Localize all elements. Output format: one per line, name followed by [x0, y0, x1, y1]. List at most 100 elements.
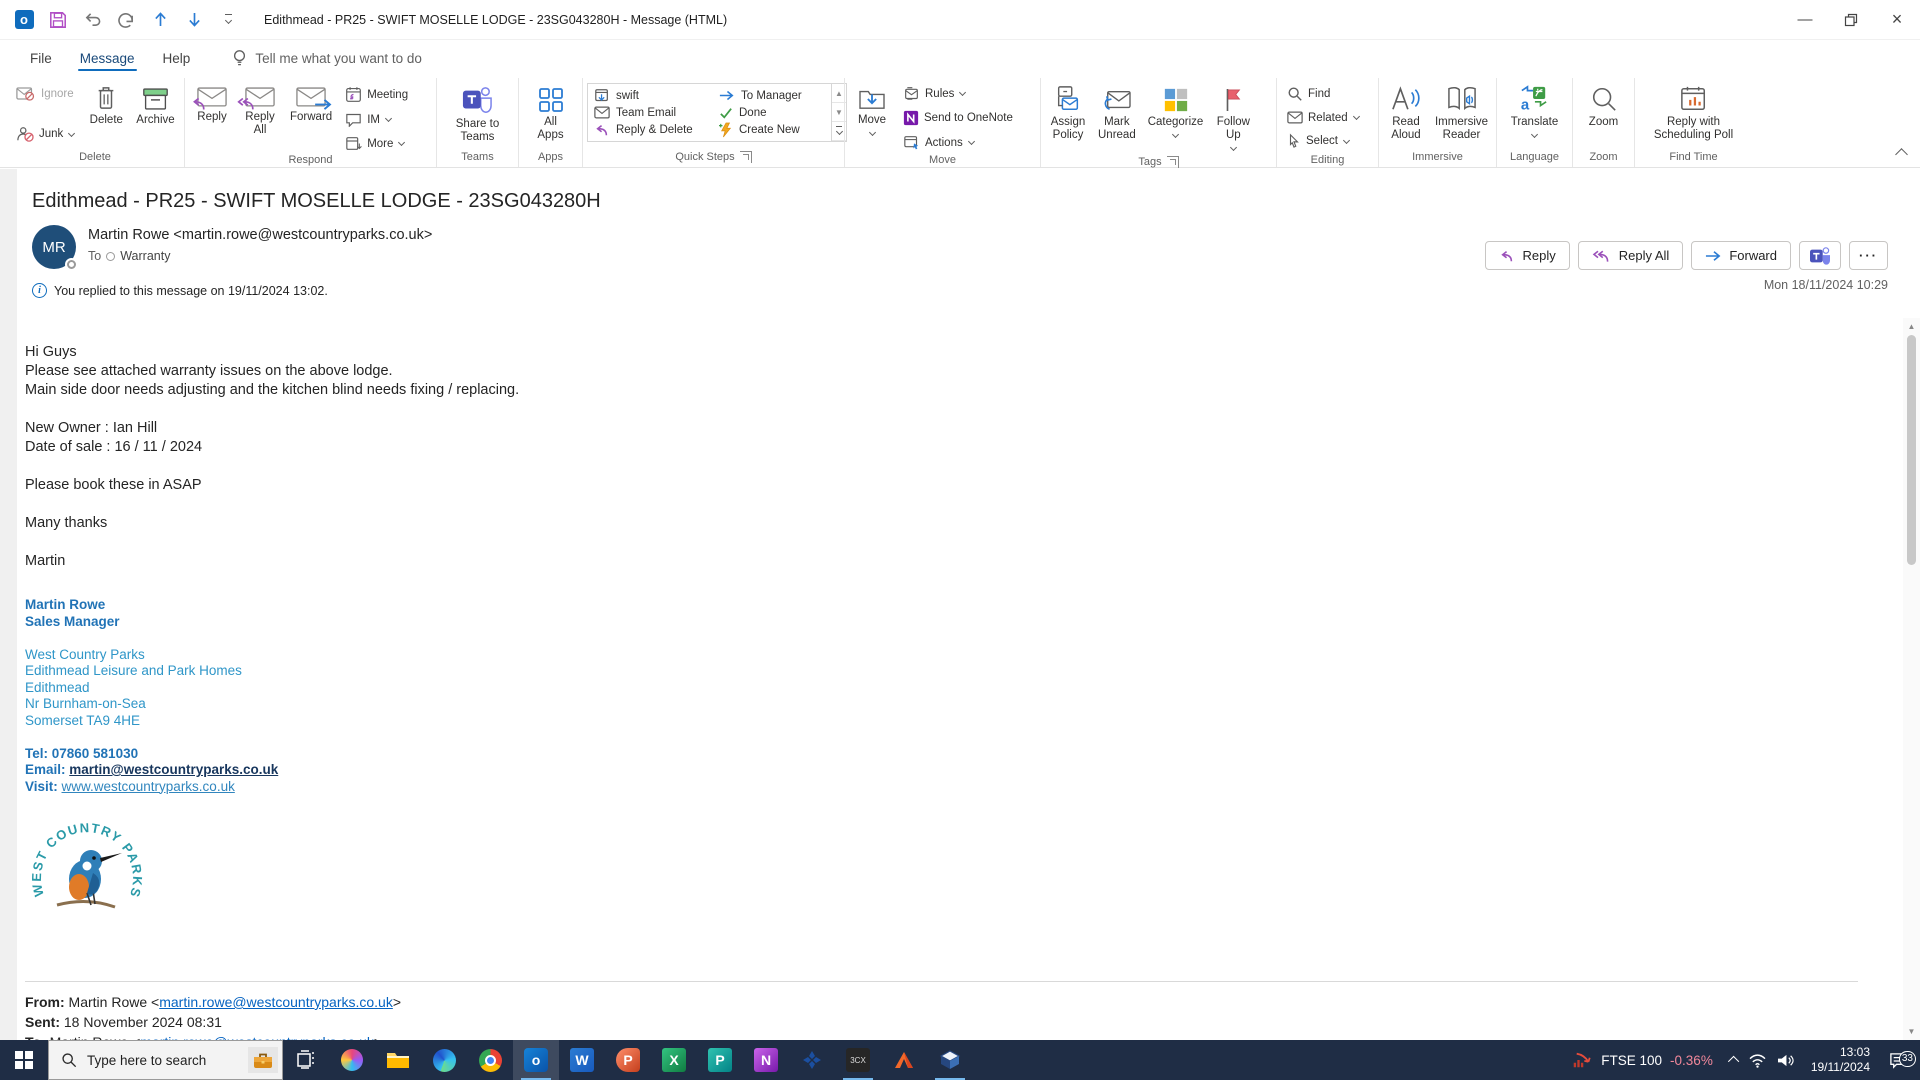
customize-qat-button[interactable]	[218, 10, 238, 30]
scroll-down-icon[interactable]: ▼	[1903, 1023, 1920, 1040]
recipient-name[interactable]: Warranty	[120, 249, 170, 263]
virtualbox-icon[interactable]	[927, 1040, 973, 1080]
previous-item-button[interactable]	[150, 10, 170, 30]
rules-button[interactable]: Rules	[899, 84, 1017, 103]
meeting-button[interactable]: Meeting	[341, 84, 412, 105]
autodesk-icon[interactable]	[881, 1040, 927, 1080]
im-button[interactable]: IM	[341, 110, 412, 129]
archive-button[interactable]: Archive	[131, 80, 179, 129]
ignore-button[interactable]: Ignore	[12, 84, 79, 103]
sender-name[interactable]: Martin Rowe <martin.rowe@westcountrypark…	[88, 227, 432, 243]
reply-all-button[interactable]: Reply All	[237, 80, 283, 139]
taskbar-clock[interactable]: 13:03 19/11/2024	[1803, 1045, 1878, 1075]
save-button[interactable]	[48, 10, 68, 30]
forward-button[interactable]: Forward	[285, 80, 337, 126]
tab-file[interactable]: File	[16, 43, 66, 73]
scheduling-poll-button[interactable]: Reply with Scheduling Poll	[1649, 80, 1738, 144]
connect-app-icon[interactable]	[789, 1040, 835, 1080]
select-button[interactable]: Select	[1283, 131, 1364, 151]
word-icon[interactable]: W	[559, 1040, 605, 1080]
send-to-onenote-button[interactable]: Send to OneNote	[899, 108, 1017, 128]
quick-step-swift[interactable]: swift	[594, 87, 719, 104]
assign-policy-button[interactable]: Assign Policy	[1045, 80, 1091, 144]
signature-website-link[interactable]: www.westcountryparks.co.uk	[62, 779, 235, 794]
junk-button[interactable]: Junk	[12, 124, 79, 144]
actions-button[interactable]: Actions	[899, 133, 1017, 152]
briefcase-icon[interactable]	[248, 1047, 278, 1073]
close-button[interactable]: ×	[1874, 0, 1920, 40]
quick-steps-dialog-launcher[interactable]	[739, 151, 752, 163]
move-to-folder-icon	[594, 88, 610, 104]
quick-step-to-manager[interactable]: To Manager	[719, 87, 829, 104]
related-button[interactable]: Related	[1283, 109, 1364, 126]
edge-icon[interactable]	[421, 1040, 467, 1080]
quick-step-done[interactable]: Done	[719, 104, 829, 121]
task-view-button[interactable]	[283, 1040, 329, 1080]
redo-button[interactable]	[116, 10, 136, 30]
avatar[interactable]: MR	[32, 225, 78, 271]
undo-button[interactable]	[82, 10, 102, 30]
notification-center-button[interactable]: 33	[1880, 1050, 1916, 1069]
reply-header-button[interactable]: Reply	[1485, 241, 1570, 270]
tell-me-box[interactable]: Tell me what you want to do	[232, 49, 422, 68]
wifi-icon[interactable]	[1748, 1053, 1767, 1068]
share-to-teams-header-button[interactable]	[1799, 241, 1841, 270]
scrollbar-thumb[interactable]	[1907, 335, 1916, 565]
collapse-ribbon-icon[interactable]	[1895, 148, 1908, 161]
quoted-from-email-link[interactable]: martin.rowe@westcountryparks.co.uk	[159, 994, 393, 1010]
chrome-icon[interactable]	[467, 1040, 513, 1080]
threecx-icon[interactable]: 3CX	[835, 1040, 881, 1080]
reply-button[interactable]: Reply	[189, 80, 235, 126]
immersive-reader-button[interactable]: Immersive Reader	[1431, 80, 1492, 144]
vertical-scrollbar[interactable]: ▲ ▼	[1903, 318, 1920, 1040]
publisher-icon[interactable]: P	[697, 1040, 743, 1080]
more-respond-button[interactable]: More	[341, 134, 412, 153]
tab-message[interactable]: Message	[66, 43, 149, 73]
more-actions-button[interactable]: ···	[1849, 241, 1888, 270]
taskbar-search-box[interactable]: Type here to search	[48, 1040, 283, 1080]
ribbon-group-respond: Reply Reply All Forward Meeting IM More …	[184, 78, 436, 167]
flag-icon	[1222, 87, 1244, 113]
signature-email-link[interactable]: martin@westcountryparks.co.uk	[69, 762, 278, 777]
reply-all-header-button[interactable]: Reply All	[1577, 241, 1684, 270]
file-explorer-icon[interactable]	[375, 1040, 421, 1080]
title-bar: o Edithmead - PR25 - SWIFT MOSELLE LODGE…	[0, 0, 1920, 40]
show-hidden-icons-chevron[interactable]	[1727, 1055, 1740, 1068]
move-folder-icon	[858, 87, 886, 111]
zoom-button[interactable]: Zoom	[1581, 80, 1627, 131]
forward-header-button[interactable]: Forward	[1691, 241, 1791, 270]
start-button[interactable]	[0, 1040, 48, 1080]
excel-icon[interactable]: X	[651, 1040, 697, 1080]
restore-button[interactable]	[1828, 0, 1874, 40]
tags-dialog-launcher[interactable]	[1166, 156, 1179, 168]
quick-step-team-email[interactable]: Team Email	[594, 104, 719, 121]
minimize-button[interactable]: —	[1782, 0, 1828, 40]
all-apps-icon	[538, 87, 564, 113]
read-aloud-button[interactable]: Read Aloud	[1383, 80, 1429, 144]
share-to-teams-button[interactable]: Share to Teams	[451, 80, 504, 146]
all-apps-button[interactable]: All Apps	[528, 80, 574, 144]
onenote-icon[interactable]: N	[743, 1040, 789, 1080]
text-line: Main side door needs adjusting and the k…	[25, 382, 520, 398]
follow-up-button[interactable]: Follow Up	[1210, 80, 1256, 154]
categorize-button[interactable]: Categorize	[1143, 80, 1209, 141]
search-icon	[61, 1052, 77, 1068]
delete-button[interactable]: Delete	[83, 80, 129, 129]
move-button[interactable]: Move	[849, 80, 895, 139]
quick-step-reply-delete[interactable]: Reply & Delete	[594, 121, 719, 138]
reply-arrow-icon	[191, 95, 208, 112]
find-button[interactable]: Find	[1283, 84, 1364, 104]
outlook-taskbar-icon[interactable]: o	[513, 1040, 559, 1080]
mark-unread-button[interactable]: Mark Unread	[1093, 80, 1141, 144]
tab-help[interactable]: Help	[149, 43, 205, 73]
ribbon-group-tags: Assign Policy Mark Unread Categorize Fol…	[1040, 78, 1276, 168]
copilot-icon[interactable]	[329, 1040, 375, 1080]
next-item-button[interactable]	[184, 10, 204, 30]
powerpoint-icon[interactable]: P	[605, 1040, 651, 1080]
translate-button[interactable]: Translate	[1506, 80, 1564, 141]
message-body[interactable]: Hi Guys Please see attached warranty issu…	[17, 318, 1903, 1040]
scroll-up-icon[interactable]: ▲	[1903, 318, 1920, 335]
stock-widget[interactable]: FTSE 100 -0.36%	[1563, 1051, 1723, 1069]
volume-icon[interactable]	[1776, 1053, 1795, 1068]
quick-step-create-new[interactable]: Create New	[719, 121, 829, 138]
